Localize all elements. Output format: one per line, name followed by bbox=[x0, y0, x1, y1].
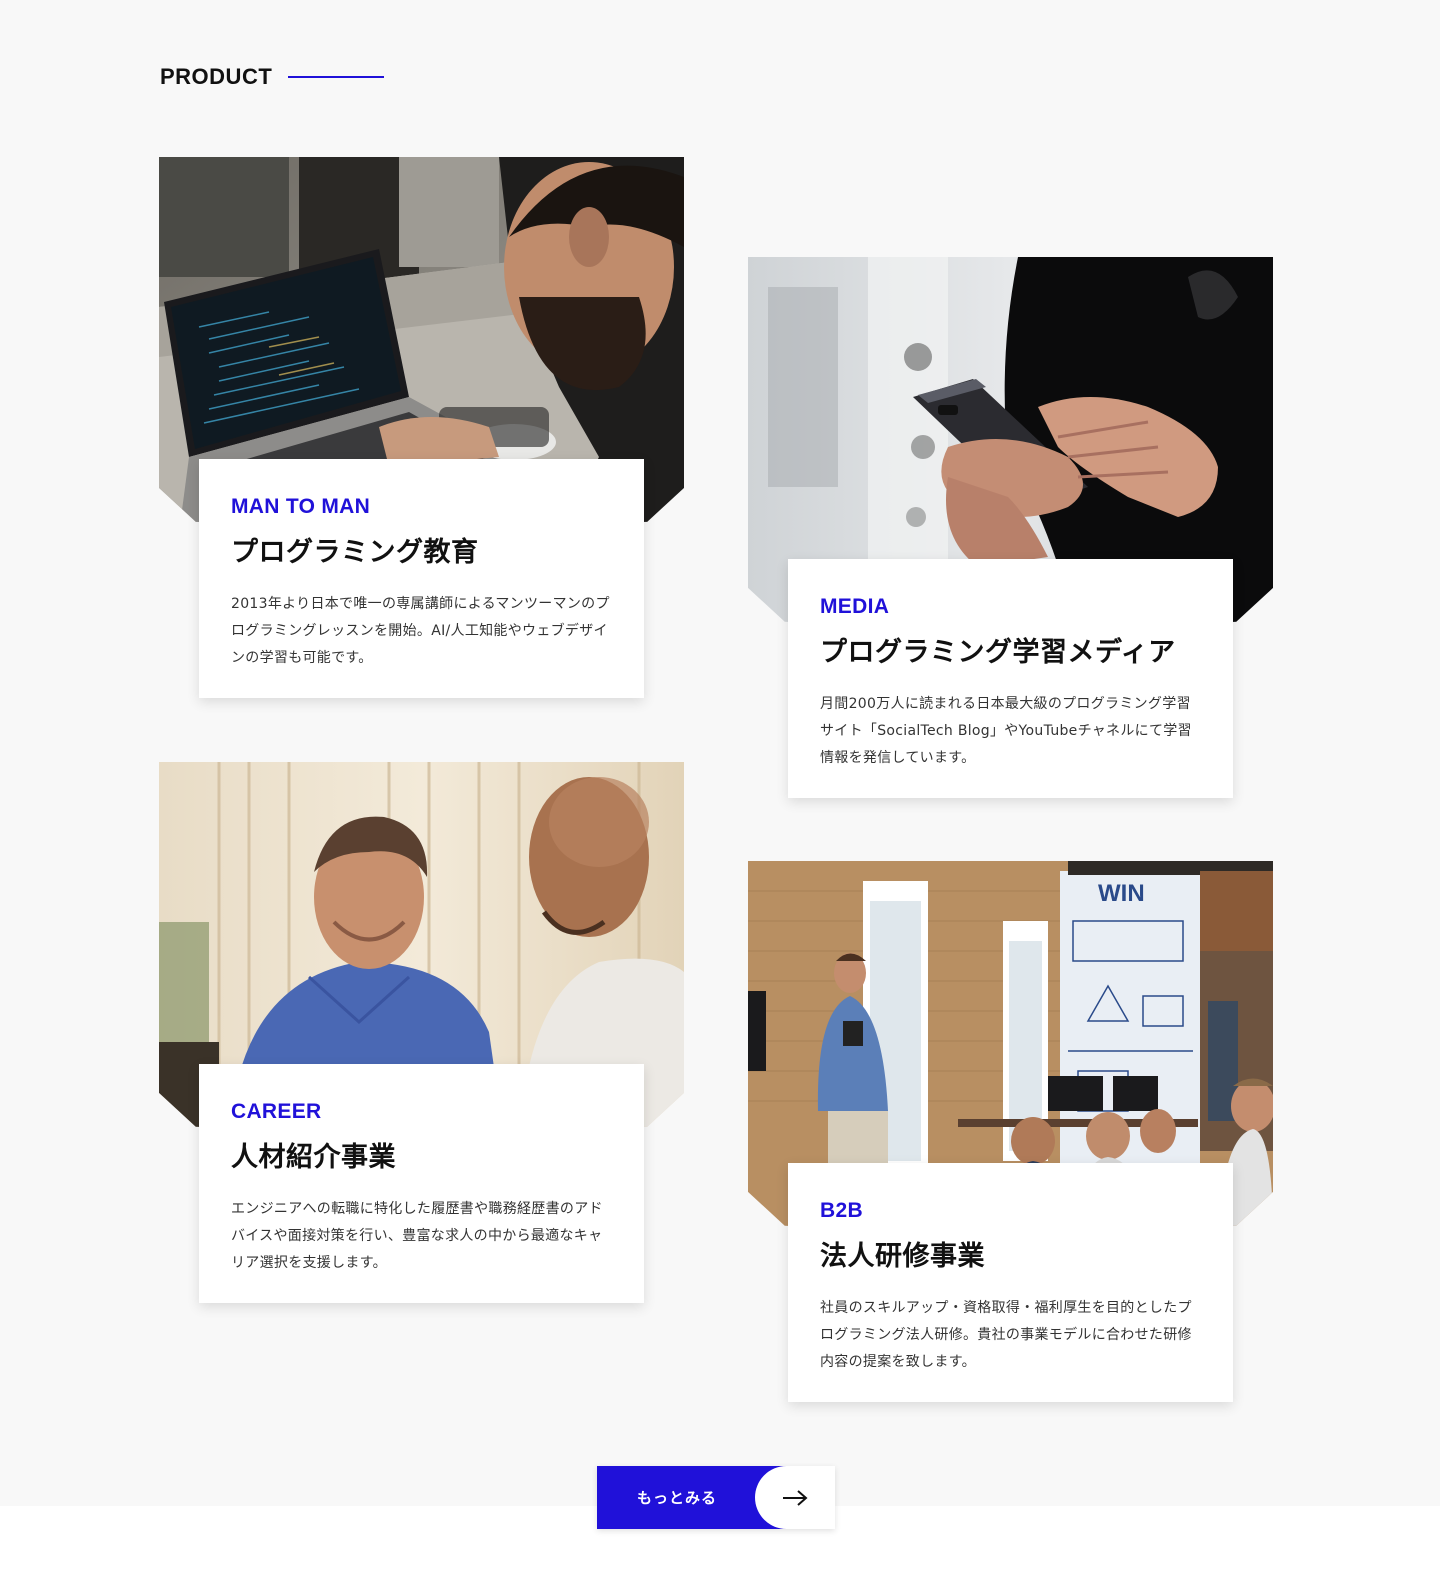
see-more-label: もっとみる bbox=[636, 1489, 717, 1507]
product-title: プログラミング学習メディア bbox=[820, 637, 1176, 668]
product-info-box: CAREER 人材紹介事業 エンジニアへの転職に特化した履歴書や職務経歴書のアド… bbox=[199, 1064, 644, 1303]
product-description: 社員のスキルアップ・資格取得・福利厚生を目的としたプログラミング法人研修。貴社の… bbox=[820, 1300, 1192, 1370]
product-section: PRODUCT MAN TO MAN プログラミング教育 2013年より日本で唯… bbox=[0, 0, 1440, 1506]
wall-mural-text: WIN bbox=[1098, 880, 1145, 907]
product-description: エンジニアへの転職に特化した履歴書や職務経歴書のアドバイスや面接対策を行い、豊富… bbox=[231, 1201, 603, 1271]
arrow-right-icon bbox=[755, 1466, 835, 1529]
product-title: プログラミング教育 bbox=[231, 537, 479, 568]
product-category-label: CAREER bbox=[231, 1100, 322, 1123]
section-title: PRODUCT bbox=[160, 64, 273, 89]
product-description: 月間200万人に読まれる日本最大級のプログラミング学習サイト「SocialTec… bbox=[820, 696, 1192, 766]
product-category-label: B2B bbox=[820, 1199, 863, 1222]
see-more-button[interactable]: もっとみる bbox=[597, 1466, 835, 1529]
product-description: 2013年より日本で唯一の専属講師によるマンツーマンのプログラミングレッスンを開… bbox=[231, 596, 610, 666]
product-category-label: MEDIA bbox=[820, 595, 890, 618]
product-info-box: B2B 法人研修事業 社員のスキルアップ・資格取得・福利厚生を目的としたプログラ… bbox=[788, 1163, 1233, 1402]
product-title: 法人研修事業 bbox=[820, 1241, 985, 1272]
product-info-box: MAN TO MAN プログラミング教育 2013年より日本で唯一の専属講師によ… bbox=[199, 459, 644, 698]
product-info-box: MEDIA プログラミング学習メディア 月間200万人に読まれる日本最大級のプロ… bbox=[788, 559, 1233, 798]
section-heading: PRODUCT bbox=[160, 64, 385, 90]
product-category-label: MAN TO MAN bbox=[231, 495, 371, 518]
product-title: 人材紹介事業 bbox=[231, 1142, 396, 1173]
heading-accent-line bbox=[288, 76, 385, 78]
